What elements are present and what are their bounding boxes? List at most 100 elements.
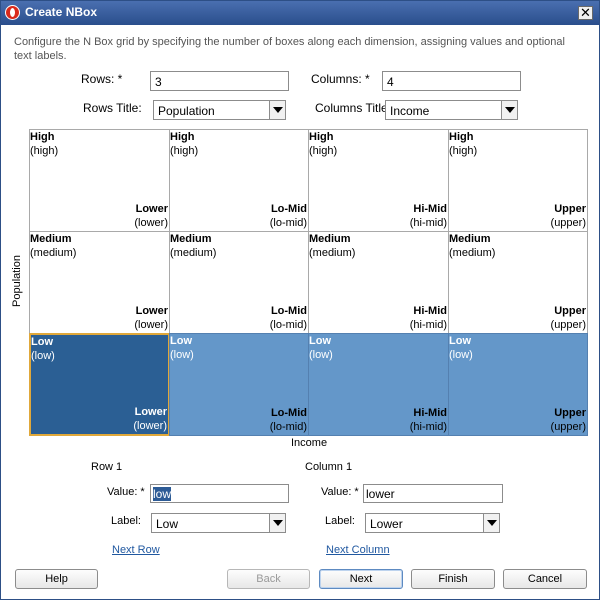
title-bar: Create NBox ✕: [1, 1, 599, 25]
chevron-down-icon[interactable]: [483, 514, 499, 532]
description-text: Configure the N Box grid by specifying t…: [14, 36, 565, 62]
cell-row-label: Medium: [309, 233, 351, 245]
cell-row-label: Low: [31, 336, 53, 348]
nbox-cell[interactable]: Low (low) Lo-Mid (lo-mid): [169, 333, 309, 436]
cell-column-label: Upper: [554, 203, 586, 215]
y-axis-title: Population: [11, 255, 23, 307]
cell-column-value: (lower): [133, 420, 167, 432]
x-axis-title: Income: [291, 437, 328, 449]
nbox-cell[interactable]: Medium (medium) Lower (lower): [29, 231, 170, 334]
cell-row-value: (high): [309, 145, 338, 157]
cell-row-value: (low): [170, 349, 194, 361]
cell-column-value: (upper): [550, 319, 586, 331]
cell-column-label: Lo-Mid: [270, 203, 307, 215]
cell-column-value: (hi-mid): [409, 217, 447, 229]
cell-row-label: High: [309, 131, 334, 143]
row-section-title: Row 1: [91, 461, 123, 473]
column-value-field[interactable]: lower: [363, 484, 503, 503]
help-button[interactable]: Help: [15, 569, 98, 589]
y-axis-title-wrap: Population: [11, 255, 25, 367]
nbox-cell[interactable]: Medium (medium) Upper (upper): [448, 231, 588, 334]
column-label-combo[interactable]: Lower: [365, 513, 500, 533]
cell-row-value: (medium): [170, 247, 217, 259]
column-label-label: Label:: [325, 515, 355, 527]
columns-title-combo[interactable]: Income: [385, 100, 518, 120]
columns-title-value: Income: [390, 104, 430, 118]
cell-row-label: Low: [309, 335, 331, 347]
cell-row-value: (medium): [449, 247, 496, 259]
cell-row-value: (low): [309, 349, 333, 361]
next-button[interactable]: Next: [319, 569, 403, 589]
cell-column-value: (lo-mid): [269, 421, 307, 433]
columns-field[interactable]: 4: [382, 71, 521, 91]
rows-field[interactable]: 3: [150, 71, 289, 91]
cell-column-label: Upper: [554, 305, 586, 317]
close-icon[interactable]: ✕: [578, 6, 593, 20]
cell-column-label: Lo-Mid: [270, 407, 307, 419]
rows-title-value: Population: [158, 104, 215, 118]
column-section-title: Column 1: [305, 461, 353, 473]
cell-row-value: (high): [30, 145, 59, 157]
row-value-text: low: [153, 487, 172, 501]
cell-row-value: (high): [449, 145, 478, 157]
cell-column-label: Hi-Mid: [413, 407, 447, 419]
cell-column-value: (hi-mid): [409, 319, 447, 331]
rows-label: Rows: *: [81, 72, 123, 86]
columns-label: Columns: *: [311, 72, 370, 86]
cell-row-label: High: [170, 131, 195, 143]
next-row-link[interactable]: Next Row: [112, 544, 160, 556]
next-column-link[interactable]: Next Column: [326, 544, 390, 556]
nbox-grid: High (high) Lower (lower) High (high) Lo-Mid (l…: [29, 129, 588, 436]
nbox-cell[interactable]: High (high) Lo-Mid (lo-mid): [169, 129, 309, 232]
cell-column-value: (lower): [134, 217, 168, 229]
row-value-field[interactable]: low: [150, 484, 289, 503]
cell-column-value: (hi-mid): [409, 421, 447, 433]
nbox-cell[interactable]: High (high) Hi-Mid (hi-mid): [308, 129, 449, 232]
columns-title-label: Columns Title:: [315, 101, 392, 115]
row-label-value: Low: [156, 517, 179, 531]
nbox-cell[interactable]: Medium (medium) Hi-Mid (hi-mid): [308, 231, 449, 334]
cell-column-label: Lower: [135, 305, 168, 317]
column-value-label: Value: *: [321, 486, 359, 498]
nbox-cell[interactable]: High (high) Lower (lower): [29, 129, 170, 232]
cell-column-label: Lower: [134, 406, 167, 418]
cell-column-value: (lo-mid): [269, 319, 307, 331]
nbox-cell[interactable]: High (high) Upper (upper): [448, 129, 588, 232]
cell-row-label: Medium: [449, 233, 491, 245]
cell-row-label: Medium: [170, 233, 212, 245]
cell-column-label: Hi-Mid: [413, 305, 447, 317]
cell-row-value: (low): [449, 349, 473, 361]
cell-row-value: (medium): [30, 247, 77, 259]
nbox-cell[interactable]: Low (low) Hi-Mid (hi-mid): [308, 333, 449, 436]
cell-row-label: Medium: [30, 233, 72, 245]
cell-column-value: (upper): [550, 217, 586, 229]
chevron-down-icon[interactable]: [269, 514, 285, 532]
row-label-combo[interactable]: Low: [151, 513, 286, 533]
cell-row-value: (low): [31, 350, 55, 362]
cell-column-label: Upper: [554, 407, 586, 419]
chevron-down-icon[interactable]: [269, 101, 285, 119]
cell-row-label: Low: [449, 335, 471, 347]
app-logo-icon: [5, 5, 20, 20]
rows-title-combo[interactable]: Population: [153, 100, 286, 120]
window-title: Create NBox: [25, 5, 98, 19]
cell-column-value: (lo-mid): [269, 217, 307, 229]
back-button[interactable]: Back: [227, 569, 310, 589]
cancel-button[interactable]: Cancel: [503, 569, 587, 589]
dialog-body: Configure the N Box grid by specifying t…: [1, 25, 599, 599]
cell-column-label: Lo-Mid: [270, 305, 307, 317]
cell-row-label: High: [449, 131, 474, 143]
cell-column-label: Hi-Mid: [413, 203, 447, 215]
cell-column-value: (upper): [550, 421, 586, 433]
nbox-cell[interactable]: Low (low) Upper (upper): [448, 333, 588, 436]
nbox-cell[interactable]: Medium (medium) Lo-Mid (lo-mid): [169, 231, 309, 334]
column-label-value: Lower: [370, 517, 403, 531]
finish-button[interactable]: Finish: [411, 569, 495, 589]
row-label-label: Label:: [111, 515, 141, 527]
create-nbox-dialog: Create NBox ✕ Configure the N Box grid b…: [0, 0, 600, 600]
cell-row-value: (high): [170, 145, 199, 157]
cell-row-label: High: [30, 131, 55, 143]
nbox-cell[interactable]: Low (low) Lower (lower): [29, 333, 170, 436]
cell-row-label: Low: [170, 335, 192, 347]
chevron-down-icon[interactable]: [501, 101, 517, 119]
